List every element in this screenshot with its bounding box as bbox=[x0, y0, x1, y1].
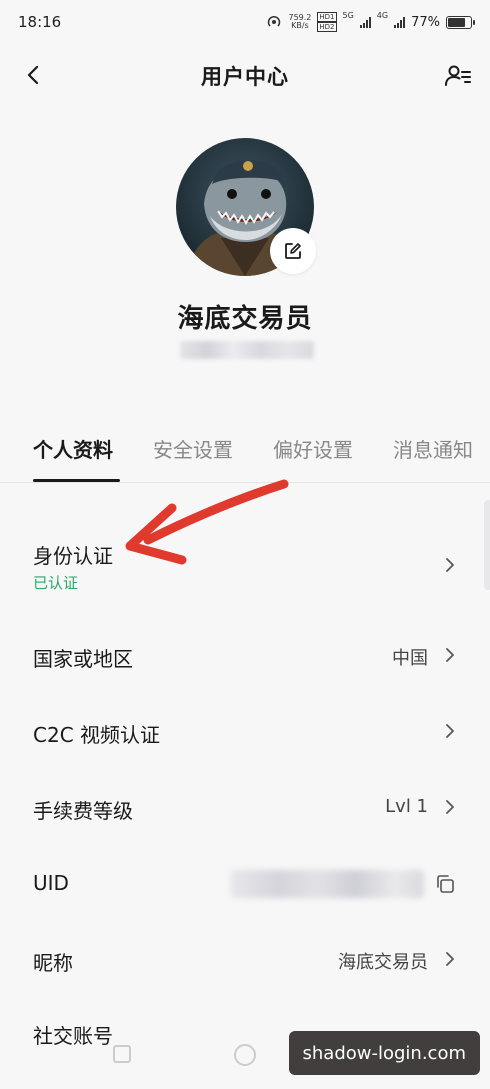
annotation-arrow bbox=[125, 479, 289, 565]
home-button[interactable] bbox=[234, 1044, 256, 1066]
watermark: shadow-login.com bbox=[288, 1031, 480, 1075]
recents-button[interactable] bbox=[113, 1045, 131, 1063]
